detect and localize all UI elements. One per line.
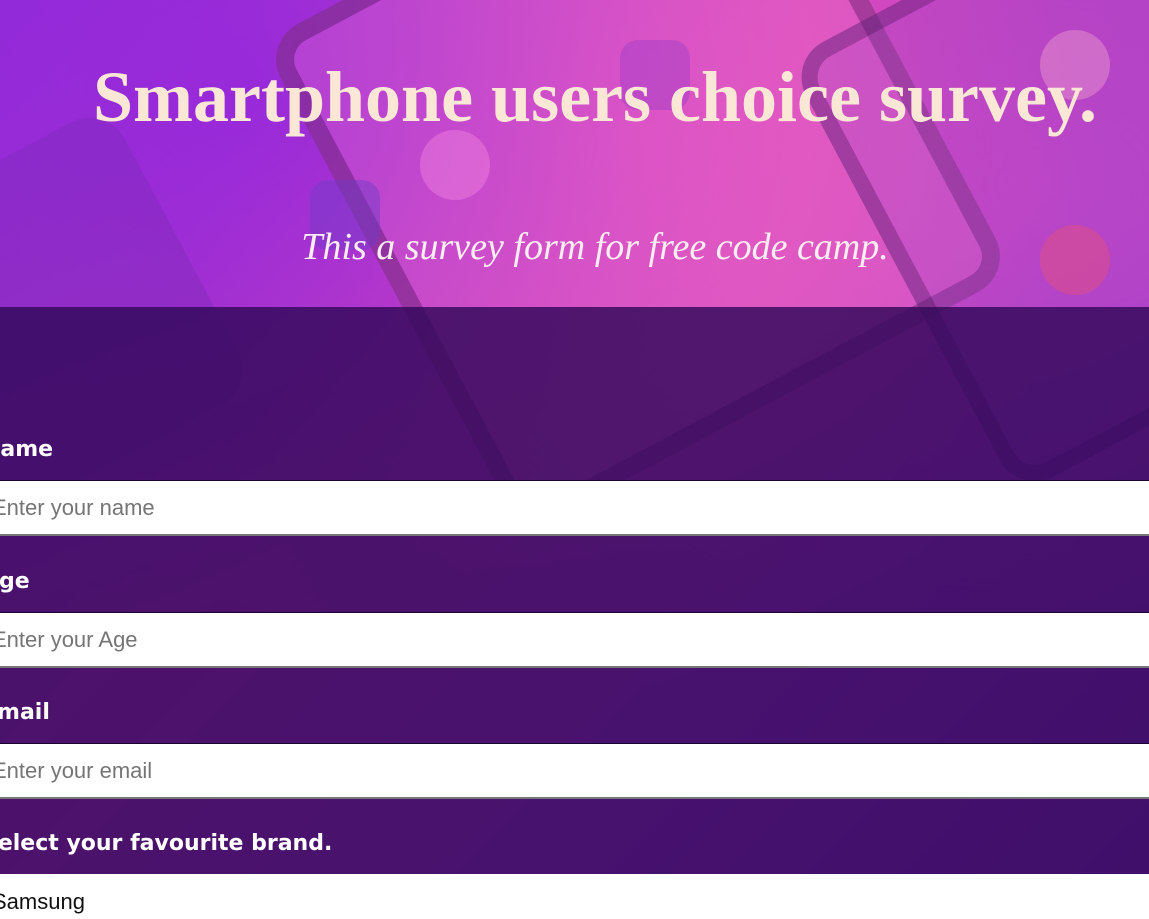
name-input[interactable] — [0, 480, 1149, 536]
page-header: Smartphone users choice survey. This a s… — [0, 0, 1149, 307]
brand-select-value: Samsung — [0, 889, 85, 914]
email-input[interactable] — [0, 743, 1149, 799]
brand-select[interactable]: Samsung — [0, 874, 1149, 919]
age-input[interactable] — [0, 612, 1149, 668]
email-label: Email — [0, 700, 50, 725]
brand-label: Select your favourite brand. — [0, 831, 333, 856]
name-label: Name — [0, 437, 54, 462]
age-label: Age — [0, 569, 30, 594]
survey-form: Name Age Email Select your favourite bra… — [0, 307, 1149, 919]
page-description: This a survey form for free code camp. — [301, 226, 889, 268]
page-title: Smartphone users choice survey. — [93, 57, 1097, 137]
